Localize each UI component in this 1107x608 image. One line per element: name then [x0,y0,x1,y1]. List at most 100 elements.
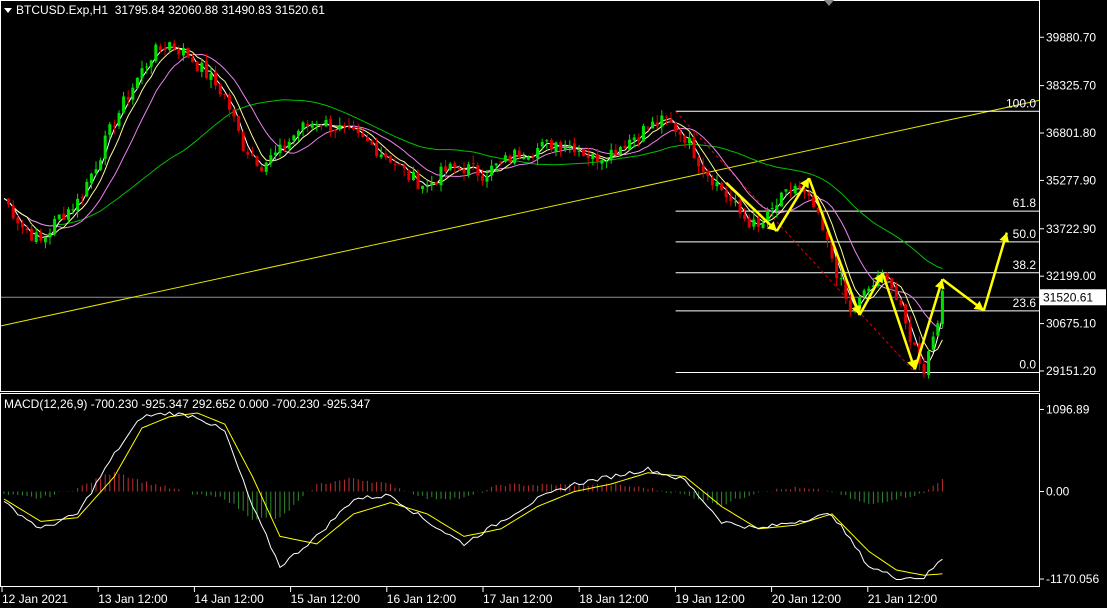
candle-body [701,165,705,173]
candle-body [342,125,346,127]
time-tick-label: 20 Jan 12:00 [772,592,842,606]
candle-body [913,342,917,345]
candle-body [361,133,365,138]
candle-body [310,123,314,128]
candle-body [356,128,360,133]
candle-body [411,171,415,181]
candle-body [554,142,558,152]
candle-body [623,145,627,149]
time-tick-label: 13 Jan 12:00 [98,592,168,606]
candle-body [407,170,411,181]
candle-body [586,155,590,159]
time-tick-label: 14 Jan 12:00 [194,592,264,606]
price-plot-area[interactable]: 100.0 61.8 50.0 38.2 23.6 0.0 [0,39,1040,379]
time-tick-label: 17 Jan 12:00 [483,592,553,606]
candle-body [163,48,167,51]
candle-body [545,140,549,142]
chart-shift-marker-icon[interactable] [824,0,834,6]
price-axis: 39880.70 38325.70 36801.80 35277.90 33722.90… [1039,30,1106,378]
candle-body [724,190,728,198]
candle-body [476,165,480,176]
candle-body [306,123,310,127]
candle-body [223,93,227,95]
candle-body [908,323,912,343]
macd-plot-area[interactable] [3,411,943,580]
candle-body [25,228,29,231]
candle-body [549,140,553,150]
candle-body [379,154,383,157]
candle-body [655,122,659,127]
chart-header: BTCUSD.Exp,H1 31795.84 32060.88 31490.83… [4,3,325,17]
candle-body [108,124,112,135]
candle-body [191,57,195,63]
candle-body [936,323,940,336]
candle-body [227,94,231,110]
candle-body [301,122,305,131]
candle-body [76,198,80,211]
candle-body [149,60,153,67]
trendline[interactable] [0,99,1040,327]
price-tick-label: 32199.00 [1046,269,1096,283]
candle-body [756,218,760,227]
projection-arrow-segment[interactable] [725,181,778,232]
candle-body [720,182,724,190]
candle-body [444,166,448,172]
candle-body [733,201,737,203]
candle-body [775,205,779,210]
candle-body [784,189,788,192]
candle-body [89,173,93,183]
price-tick-label: 29151.20 [1046,364,1096,378]
ohlc-values: 31795.84 32060.88 31490.83 31520.61 [114,3,325,17]
candle-body [508,155,512,163]
fib-level-label: 0.0 [1019,358,1036,372]
projection-arrow-segment[interactable] [807,177,861,316]
candle-body [237,115,241,131]
candle-body [890,278,894,289]
time-tick-label: 15 Jan 12:00 [291,592,361,606]
candle-body [71,209,75,211]
candle-body [48,232,52,238]
current-price-label: 31520.61 [1043,290,1093,304]
candle-body [218,83,222,95]
candle-body [457,168,461,170]
candle-body [471,163,475,165]
candle-body [57,214,61,220]
candle-body [467,164,471,175]
candle-body [209,73,213,80]
candle-body [462,169,466,174]
candle-body [39,232,43,241]
price-tick-label: 36801.80 [1046,126,1096,140]
candle-body [807,192,811,196]
candle-body [62,213,66,220]
candle-body [287,141,291,149]
candle-body [485,176,489,182]
time-axis: 12 Jan 2021 13 Jan 12:00 14 Jan 12:00 15 Ja… [1,587,938,606]
candle-body [388,155,392,163]
candle-body [140,68,144,79]
candle-body [375,142,379,157]
candle-body [687,138,691,144]
fib-level-label: 61.8 [1013,196,1037,210]
time-tick-label: 18 Jan 12:00 [579,592,649,606]
candle-body [793,185,797,194]
candle-body [747,218,751,228]
candle-body [600,160,604,164]
candle-body [7,198,11,205]
candle-body [609,149,613,160]
price-tick-label: 35277.90 [1046,173,1096,187]
candle-body [181,47,185,56]
candle-body [94,169,98,174]
candle-body [80,197,84,199]
candle-body [536,148,540,159]
candle-body [904,304,908,324]
candle-body [260,167,264,172]
dropdown-triangle-icon[interactable] [4,8,12,14]
candle-body [333,130,337,132]
macd-tick-label: 1096.89 [1046,402,1090,416]
projection-arrow-segment[interactable] [982,232,1008,311]
candle-body [572,143,576,153]
candle-body [927,351,931,376]
candle-body [591,153,595,159]
candle-body [204,60,208,79]
trading-chart[interactable]: 100.0 61.8 50.0 38.2 23.6 0.0 39880.70 38325.7… [0,0,1107,608]
